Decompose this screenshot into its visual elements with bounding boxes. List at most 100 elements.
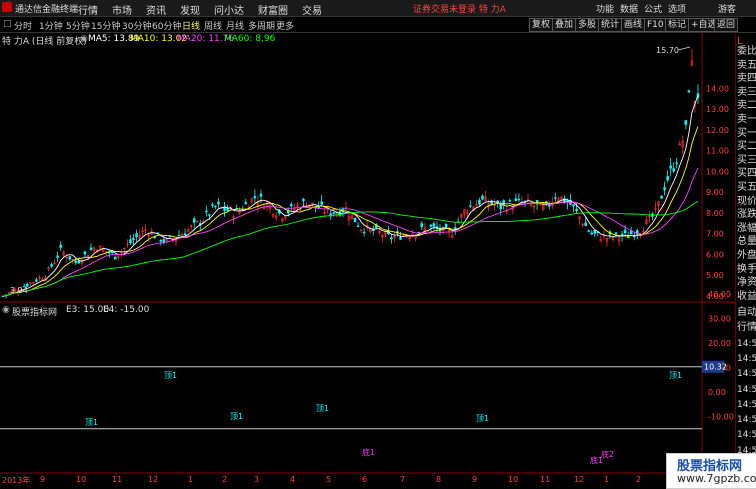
candle-body xyxy=(83,251,87,255)
kline-chart[interactable]: 14.00 13.00 12.00 11.00 10.00 9.00 8.00 7.00 6.0… xyxy=(0,0,735,474)
indicator-settings-icon[interactable]: ◉ xyxy=(2,305,10,315)
candle-body xyxy=(575,208,578,212)
candle-body xyxy=(663,187,666,191)
x-axis-label: 9 xyxy=(472,475,478,484)
sidebar-field: 收益 xyxy=(737,290,756,302)
candle-body xyxy=(223,206,226,211)
sidebar-field: 涨跌 xyxy=(737,209,756,221)
candle-body xyxy=(192,218,196,223)
candle-body xyxy=(153,237,156,239)
price-tick-label: 5.00 xyxy=(706,271,724,280)
indicator-top-signal: 顶1 xyxy=(316,404,329,413)
indicator-top-signal: 顶1 xyxy=(476,414,489,423)
candle-body xyxy=(593,230,597,234)
price-tick-label: 7.00 xyxy=(706,230,724,239)
sidebar-field: 买三 xyxy=(737,154,756,166)
candle-body xyxy=(675,162,678,164)
sidebar-field: 总量 xyxy=(737,236,756,248)
candle-body xyxy=(390,237,393,240)
candle-body xyxy=(217,201,220,205)
candle-body xyxy=(614,232,618,234)
candle-body xyxy=(356,225,360,227)
sidebar-field: 涨幅 xyxy=(737,222,756,234)
x-axis-label: 10 xyxy=(508,475,519,484)
price-tick-label: 6.00 xyxy=(706,250,724,259)
x-axis-label: 1 xyxy=(604,475,610,484)
candle-body xyxy=(684,120,688,125)
sidebar-time-entry: 14:56 xyxy=(737,384,756,395)
indicator-top-signal: 顶1 xyxy=(230,412,243,421)
price-tick-label: 9.00 xyxy=(706,188,724,197)
candle-body xyxy=(584,222,587,227)
x-axis-label: 12 xyxy=(574,475,585,484)
sidebar-field: 现价 xyxy=(737,195,756,207)
x-axis-label: 4 xyxy=(290,475,296,484)
candle-body xyxy=(554,197,557,199)
candle-body xyxy=(478,200,481,205)
sidebar-time-entry: 行情 xyxy=(737,322,756,334)
high-price-pointer xyxy=(677,46,691,51)
indicator-tick-label: 20.00 xyxy=(708,339,731,348)
candle-body xyxy=(253,196,257,199)
candle-body xyxy=(302,198,305,202)
candle-body xyxy=(68,256,72,260)
candle-body xyxy=(429,224,433,227)
indicator-bottom-signal: 底2 xyxy=(601,449,614,459)
candle-body xyxy=(332,212,336,214)
price-tick-label: 11.00 xyxy=(706,147,729,156)
candle-body xyxy=(135,233,138,238)
sidebar-field: 卖一 xyxy=(737,114,756,125)
candle-body xyxy=(669,165,672,169)
x-axis-label: 1 xyxy=(188,475,194,484)
candle-body xyxy=(672,168,675,172)
candle-body xyxy=(572,204,575,207)
candle-body xyxy=(132,238,135,241)
x-axis-label: 9 xyxy=(40,475,46,484)
candle-body xyxy=(162,239,166,243)
candle-body xyxy=(481,195,484,200)
candle-body xyxy=(623,229,627,234)
candle-body xyxy=(211,204,214,206)
candle-body xyxy=(177,234,181,237)
candle-body xyxy=(259,193,263,197)
candle-body xyxy=(590,232,593,235)
sidebar-field: 卖五 xyxy=(737,59,756,71)
candle-body xyxy=(420,223,424,228)
candle-body xyxy=(687,90,691,93)
sidebar-time-entry: 14:56 xyxy=(737,369,756,380)
sidebar-time-entry: 14:56 xyxy=(737,399,756,410)
indicator-name: 股票指标网 xyxy=(12,308,58,318)
candle-body xyxy=(517,198,521,201)
price-tick-label: 14.00 xyxy=(706,84,729,93)
watermark-url: www.7gpzb.com xyxy=(677,472,756,485)
sidebar-field: 换手 xyxy=(737,263,756,275)
candle-body xyxy=(514,198,518,201)
sidebar-field: 买二 xyxy=(737,141,756,153)
low-price-label: 3.94 xyxy=(10,286,28,295)
candle-body xyxy=(77,261,81,264)
indicator-tick-label: 0.00 xyxy=(708,388,726,397)
candle-body xyxy=(89,247,93,251)
candle-body xyxy=(320,201,323,205)
sidebar-field: 卖二 xyxy=(737,100,756,112)
sidebar-time-entry: 14:56 xyxy=(737,353,756,364)
candle-body xyxy=(290,204,293,207)
sidebar-field: 买四 xyxy=(737,168,756,180)
quote-sidebar: L 委比 卖五 卖四 卖三 卖二 卖一 买一 买二 买三 买四 买五 现价 涨跌 涨幅 总量 外盘 换手 净资 收益… xyxy=(735,33,756,473)
candle-body xyxy=(214,205,217,208)
x-axis-label: 3 xyxy=(254,475,260,484)
x-axis-label: 5 xyxy=(326,475,332,484)
candle-body xyxy=(508,200,512,202)
candle-body xyxy=(111,251,114,254)
watermark: 股票指标网 www.7gpzb.com xyxy=(666,453,756,489)
indicator-top-signal: 顶1 xyxy=(164,371,177,380)
candle-body xyxy=(399,237,402,240)
x-axis-label: 10 xyxy=(76,475,87,484)
candle-body xyxy=(35,279,38,282)
x-axis-label: 7 xyxy=(400,475,406,484)
price-tick-label: 10.00 xyxy=(706,167,729,176)
sidebar-time-entry: 14:56 xyxy=(737,415,756,426)
sidebar-field: 买五 xyxy=(737,182,756,193)
sidebar-time-entry: 14:56 xyxy=(737,430,756,441)
x-axis-label: 2 xyxy=(636,475,642,484)
